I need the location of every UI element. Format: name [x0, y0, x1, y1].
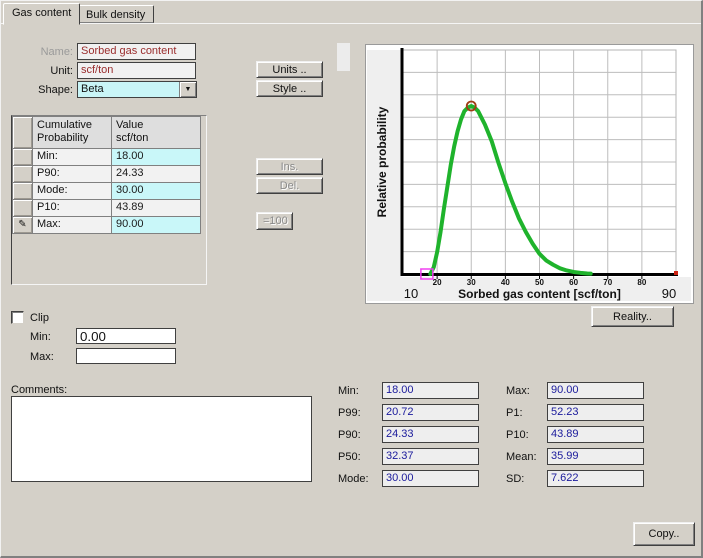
comments-label: Comments:: [11, 384, 67, 396]
stat-min-field: 18.00: [382, 382, 479, 399]
normalize-100-button[interactable]: =100: [256, 212, 293, 230]
stat-p99-field: 20.72: [382, 404, 479, 421]
x-axis-title: Sorbed gas content [scf/ton]: [458, 287, 621, 301]
clip-max-label: Max:: [30, 351, 54, 363]
x-min-label: 10: [404, 286, 418, 301]
x-tick-label: 50: [535, 278, 544, 287]
table-row-value[interactable]: 18.00: [112, 149, 201, 166]
resize-handle: [337, 43, 350, 71]
shape-dropdown[interactable]: Beta ▼: [77, 81, 197, 98]
style-button[interactable]: Style ..: [256, 80, 323, 97]
name-field[interactable]: Sorbed gas content: [77, 43, 196, 60]
stat-label: Mode:: [338, 473, 369, 485]
shape-label: Shape:: [31, 84, 73, 96]
x-tick-label: 40: [501, 278, 510, 287]
tab-strip-divider: [1, 23, 701, 24]
row-selector[interactable]: [12, 149, 33, 166]
pencil-icon[interactable]: ✎: [12, 217, 33, 234]
reality-button[interactable]: Reality..: [591, 306, 674, 327]
row-selector[interactable]: [12, 200, 33, 217]
x-max-label: 90: [662, 286, 676, 301]
insert-row-button[interactable]: Ins.: [256, 158, 323, 175]
stat-p10-field: 43.89: [547, 426, 644, 443]
clip-min-input[interactable]: [76, 328, 176, 344]
chevron-down-icon[interactable]: ▼: [179, 82, 196, 97]
comments-textarea[interactable]: [11, 396, 312, 482]
table-row-label: Mode:: [33, 183, 112, 200]
distribution-editor-window: Gas content Bulk density Name: Sorbed ga…: [0, 0, 703, 558]
units-button[interactable]: Units ..: [256, 61, 323, 78]
unit-field[interactable]: scf/ton: [77, 62, 196, 79]
stat-label: P90:: [338, 429, 361, 441]
stat-mode-field: 30.00: [382, 470, 479, 487]
stat-p90-field: 24.33: [382, 426, 479, 443]
stat-label: Min:: [338, 385, 359, 397]
row-selector[interactable]: [12, 166, 33, 183]
table-row-value[interactable]: 24.33: [112, 166, 201, 183]
probability-table: CumulativeProbability Valuescf/ton Min: …: [11, 115, 207, 285]
x-tick-label: 60: [569, 278, 578, 287]
max-handle-marker[interactable]: [674, 271, 678, 275]
shape-selected-value: Beta: [81, 83, 104, 96]
delete-row-button[interactable]: Del.: [256, 177, 323, 194]
x-tick-label: 20: [433, 278, 442, 287]
tab-gas-content[interactable]: Gas content: [3, 3, 80, 25]
stat-sd-field: 7.622: [547, 470, 644, 487]
stat-label: Max:: [506, 385, 530, 397]
table-row-label: Max:: [33, 217, 112, 234]
tab-bulk-density[interactable]: Bulk density: [77, 5, 154, 23]
stat-p1-field: 52.23: [547, 404, 644, 421]
table-row-label: Min:: [33, 149, 112, 166]
table-row-value[interactable]: 30.00: [112, 183, 201, 200]
stat-label: P10:: [506, 429, 529, 441]
stat-p50-field: 32.37: [382, 448, 479, 465]
table-row-value[interactable]: 43.89: [112, 200, 201, 217]
x-tick-label: 30: [467, 278, 476, 287]
column-header-probability: CumulativeProbability: [33, 116, 112, 149]
unit-label: Unit:: [31, 65, 73, 77]
stat-label: P50:: [338, 451, 361, 463]
name-label: Name:: [31, 46, 73, 58]
stat-max-field: 90.00: [547, 382, 644, 399]
y-axis-title: Relative probability: [375, 106, 389, 217]
table-row-label: P90:: [33, 166, 112, 183]
clip-label: Clip: [30, 312, 49, 324]
distribution-chart: 20 30 40 50 60 70 80 10 90 Sorbed gas content [sc…: [365, 44, 694, 304]
x-tick-label: 80: [637, 278, 646, 287]
column-header-value: Valuescf/ton: [112, 116, 201, 149]
table-row-value[interactable]: 90.00: [112, 217, 201, 234]
row-selector-header: [12, 116, 33, 149]
clip-checkbox[interactable]: [11, 311, 24, 324]
chart-svg[interactable]: 20 30 40 50 60 70 80 10 90 Sorbed gas content [sc…: [366, 45, 693, 303]
stat-label: P1:: [506, 407, 523, 419]
stat-label: Mean:: [506, 451, 537, 463]
table-row-label: P10:: [33, 200, 112, 217]
row-selector[interactable]: [12, 183, 33, 200]
copy-button[interactable]: Copy..: [633, 522, 695, 546]
clip-max-input[interactable]: [76, 348, 176, 364]
x-tick-label: 70: [603, 278, 612, 287]
clip-min-label: Min:: [30, 331, 51, 343]
stat-label: SD:: [506, 473, 524, 485]
stat-mean-field: 35.99: [547, 448, 644, 465]
stat-label: P99:: [338, 407, 361, 419]
